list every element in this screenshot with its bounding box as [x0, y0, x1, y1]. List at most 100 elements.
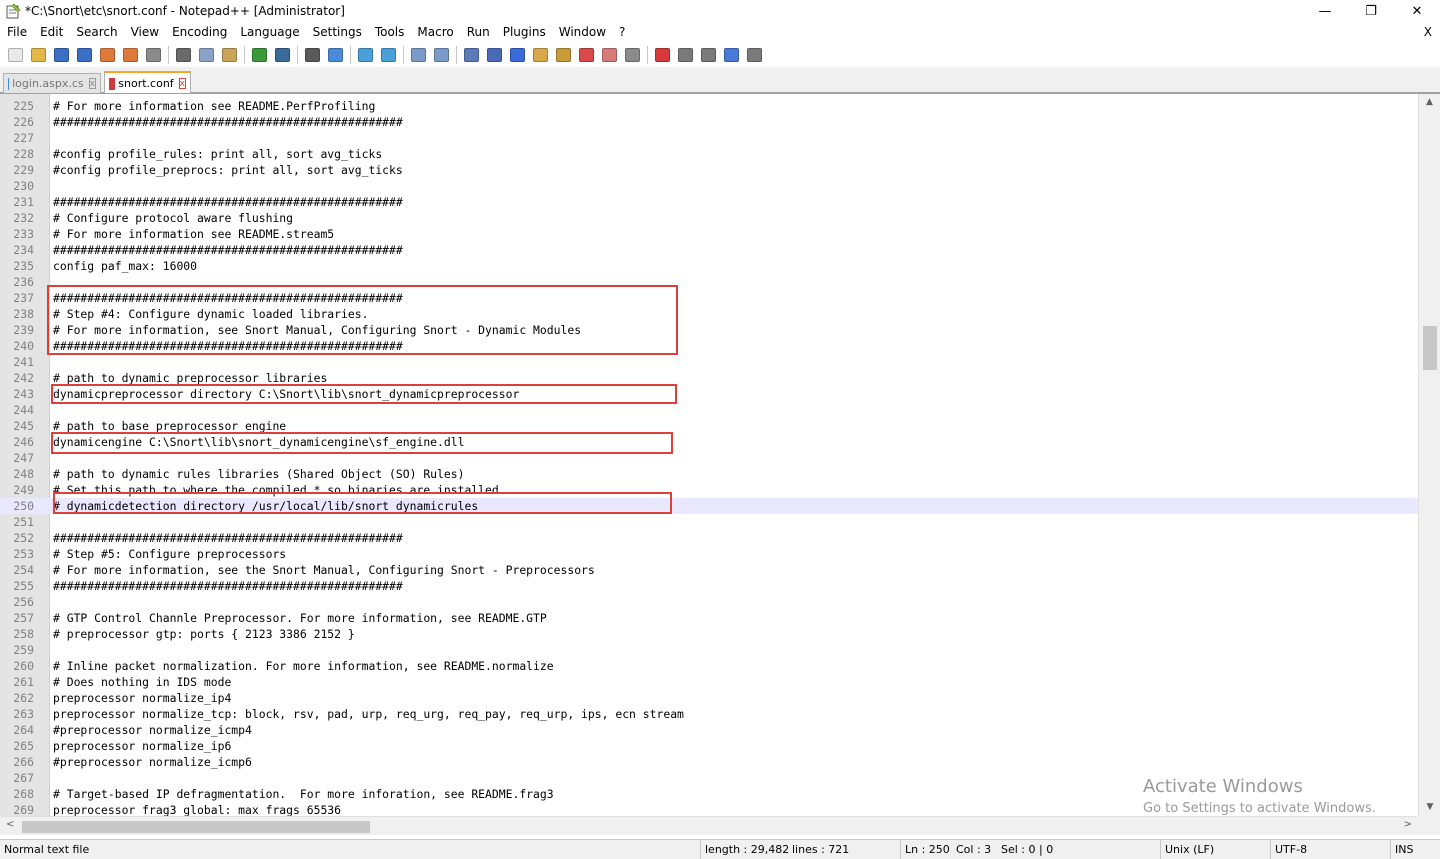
close-button[interactable]: [96, 44, 119, 66]
code-line[interactable]: 232 # Configure protocol aware flushing: [0, 210, 1418, 226]
monitoring-button[interactable]: [598, 44, 621, 66]
code-line[interactable]: 264 #preprocessor normalize_icmp4: [0, 722, 1418, 738]
menu-language[interactable]: Language: [233, 22, 305, 43]
code-line[interactable]: 227: [0, 130, 1418, 146]
cut-button[interactable]: [172, 44, 195, 66]
line-text[interactable]: #preprocessor normalize_icmp4: [53, 722, 252, 738]
record-macro-button[interactable]: [651, 44, 674, 66]
restore-button[interactable]: ❐: [1348, 0, 1394, 22]
line-text[interactable]: # Configure protocol aware flushing: [53, 210, 293, 226]
menu-edit[interactable]: Edit: [33, 22, 69, 43]
line-text[interactable]: # path to dynamic rules libraries (Share…: [53, 466, 464, 482]
line-text[interactable]: # Step #5: Configure preprocessors: [53, 546, 286, 562]
code-line[interactable]: 229 #config profile_preprocs: print all, …: [0, 162, 1418, 178]
code-line[interactable]: 248 # path to dynamic rules libraries (Sh…: [0, 466, 1418, 482]
tab-close-icon[interactable]: x: [88, 78, 96, 89]
line-text[interactable]: ########################################…: [53, 194, 403, 210]
vertical-scroll-thumb[interactable]: [1423, 326, 1437, 370]
code-line[interactable]: 263 preprocessor normalize_tcp: block, rs…: [0, 706, 1418, 722]
view-button[interactable]: [621, 44, 644, 66]
line-text[interactable]: # For more information see README.stream…: [53, 226, 334, 242]
code-line[interactable]: 226 #####################################…: [0, 114, 1418, 130]
line-text[interactable]: #config profile_rules: print all, sort a…: [53, 146, 382, 162]
code-line[interactable]: 244: [0, 402, 1418, 418]
scroll-right-icon[interactable]: >: [1404, 819, 1412, 830]
line-text[interactable]: # Inline packet normalization. For more …: [53, 658, 554, 674]
tab-snort-conf[interactable]: snort.conf x: [104, 71, 191, 94]
close-all-button[interactable]: [119, 44, 142, 66]
code-line[interactable]: 228 #config profile_rules: print all, sor…: [0, 146, 1418, 162]
menu-file[interactable]: File: [0, 22, 33, 43]
status-eol[interactable]: Unix (LF): [1160, 840, 1214, 859]
save-all-button[interactable]: [73, 44, 96, 66]
code-line[interactable]: 241: [0, 354, 1418, 370]
line-text[interactable]: #config profile_preprocs: print all, sor…: [53, 162, 403, 178]
close-document-button[interactable]: X: [1424, 22, 1432, 43]
code-line[interactable]: 260 # Inline packet normalization. For mo…: [0, 658, 1418, 674]
code-lines[interactable]: 225 # For more information see README.Per…: [0, 98, 1418, 818]
code-line[interactable]: 252 #####################################…: [0, 530, 1418, 546]
line-text[interactable]: # Does nothing in IDS mode: [53, 674, 231, 690]
tab-close-icon[interactable]: x: [178, 78, 186, 89]
scroll-down-icon[interactable]: ▼: [1419, 799, 1440, 816]
line-text[interactable]: preprocessor normalize_ip6: [53, 738, 231, 754]
code-line[interactable]: 235 config paf_max: 16000: [0, 258, 1418, 274]
line-text[interactable]: # GTP Control Channle Preprocessor. For …: [53, 610, 547, 626]
line-text[interactable]: # For more information see README.PerfPr…: [53, 98, 375, 114]
menu-view[interactable]: View: [124, 22, 165, 43]
code-line[interactable]: 254 # For more information, see the Snort…: [0, 562, 1418, 578]
line-text[interactable]: # Target-based IP defragmentation. For m…: [53, 786, 554, 802]
code-line[interactable]: 230: [0, 178, 1418, 194]
open-file-button[interactable]: [27, 44, 50, 66]
menu-search[interactable]: Search: [69, 22, 123, 43]
code-line[interactable]: 258 # preprocessor gtp: ports { 2123 3386…: [0, 626, 1418, 642]
scroll-left-icon[interactable]: <: [6, 819, 14, 830]
stop-record-button[interactable]: [674, 44, 697, 66]
menu-run[interactable]: Run: [460, 22, 496, 43]
doc-map-button[interactable]: [529, 44, 552, 66]
menu-tools[interactable]: Tools: [368, 22, 411, 43]
menu-help[interactable]: ?: [612, 22, 631, 43]
code-line[interactable]: 259: [0, 642, 1418, 658]
code-line[interactable]: 251: [0, 514, 1418, 530]
horizontal-scroll-thumb[interactable]: [22, 821, 370, 833]
menu-settings[interactable]: Settings: [306, 22, 368, 43]
code-line[interactable]: 256: [0, 594, 1418, 610]
vertical-scrollbar[interactable]: ▲ ▼: [1418, 94, 1440, 816]
code-line[interactable]: 234 #####################################…: [0, 242, 1418, 258]
code-line[interactable]: 255 #####################################…: [0, 578, 1418, 594]
code-line[interactable]: 225 # For more information see README.Per…: [0, 98, 1418, 114]
word-wrap-button[interactable]: [460, 44, 483, 66]
menu-encoding[interactable]: Encoding: [165, 22, 233, 43]
line-text[interactable]: ########################################…: [53, 242, 403, 258]
line-text[interactable]: # For more information, see the Snort Ma…: [53, 562, 595, 578]
code-line[interactable]: 266 #preprocessor normalize_icmp6: [0, 754, 1418, 770]
close-window-button[interactable]: ✕: [1394, 0, 1440, 22]
save-macro-button[interactable]: [743, 44, 766, 66]
code-line[interactable]: 253 # Step #5: Configure preprocessors: [0, 546, 1418, 562]
line-text[interactable]: config paf_max: 16000: [53, 258, 197, 274]
copy-button[interactable]: [195, 44, 218, 66]
play-multiple-button[interactable]: [720, 44, 743, 66]
find-button[interactable]: [301, 44, 324, 66]
line-text[interactable]: ########################################…: [53, 578, 403, 594]
code-line[interactable]: 233 # For more information see README.str…: [0, 226, 1418, 242]
save-button[interactable]: [50, 44, 73, 66]
code-line[interactable]: 257 # GTP Control Channle Preprocessor. F…: [0, 610, 1418, 626]
replace-button[interactable]: [324, 44, 347, 66]
menu-plugins[interactable]: Plugins: [496, 22, 552, 43]
menu-window[interactable]: Window: [552, 22, 612, 43]
sync-vertical-button[interactable]: [407, 44, 430, 66]
paste-button[interactable]: [218, 44, 241, 66]
code-line[interactable]: 262 preprocessor normalize_ip4: [0, 690, 1418, 706]
folder-workspace-button[interactable]: [575, 44, 598, 66]
undo-button[interactable]: [248, 44, 271, 66]
show-all-chars-button[interactable]: [483, 44, 506, 66]
line-text[interactable]: ########################################…: [53, 114, 403, 130]
print-button[interactable]: [142, 44, 165, 66]
line-text[interactable]: preprocessor normalize_ip4: [53, 690, 231, 706]
sync-horizontal-button[interactable]: [430, 44, 453, 66]
editor-area[interactable]: 225 # For more information see README.Per…: [0, 93, 1440, 835]
zoom-in-button[interactable]: [354, 44, 377, 66]
line-text[interactable]: preprocessor normalize_tcp: block, rsv, …: [53, 706, 684, 722]
